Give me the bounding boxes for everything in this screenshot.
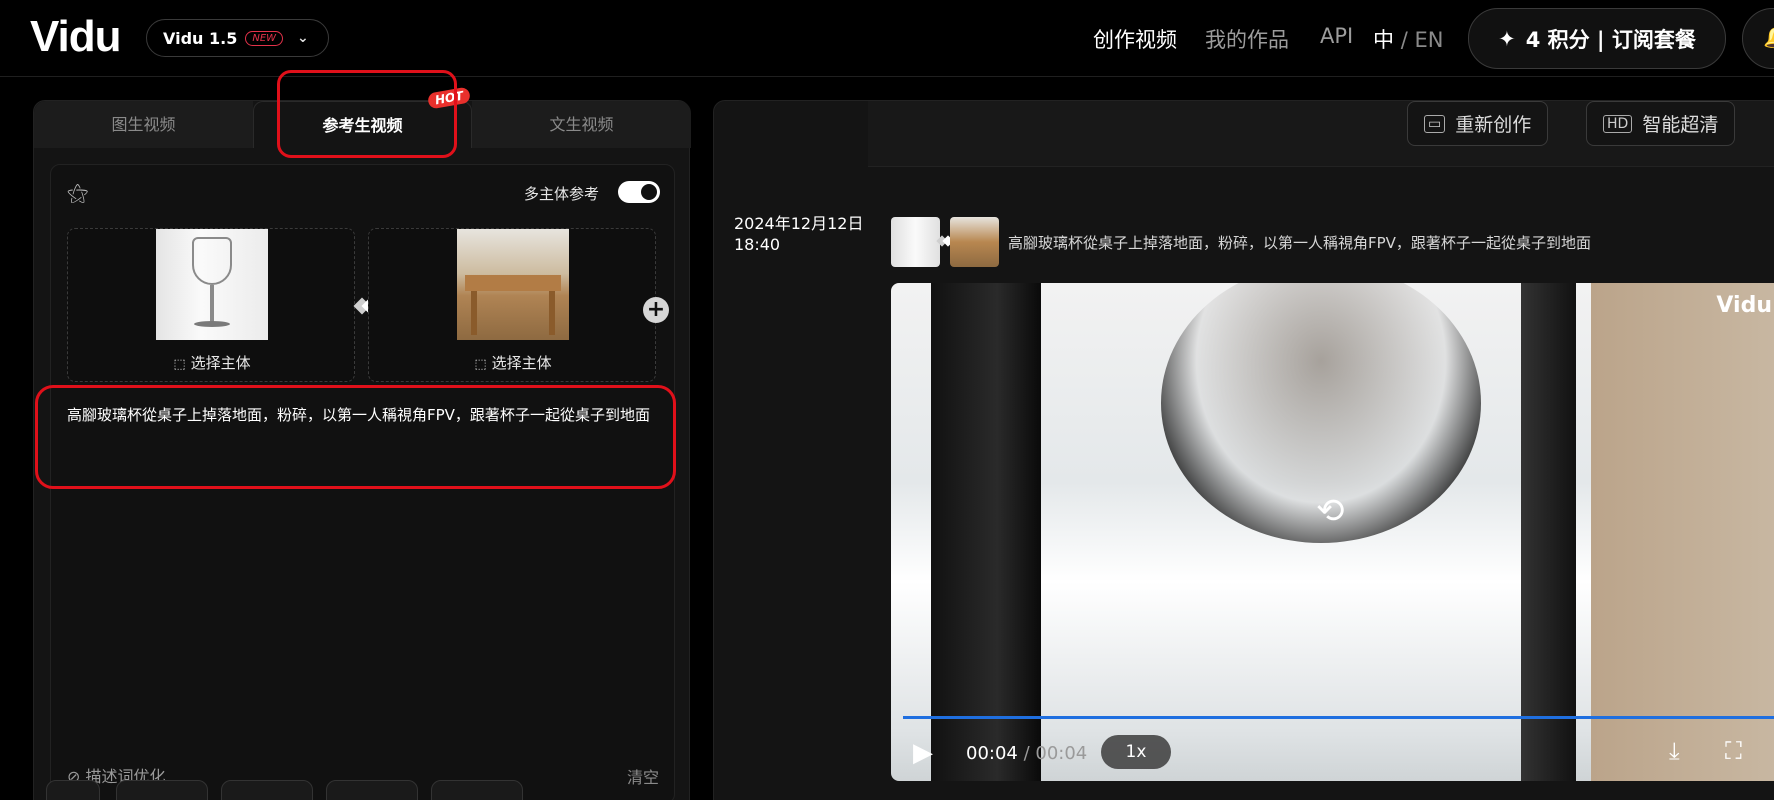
option-chip-2[interactable] bbox=[116, 780, 208, 800]
new-badge: NEW bbox=[245, 30, 284, 46]
results-panel: ▭ 重新创作 HD 智能超清 2024年12月12日 18:40 高腳玻璃杯從桌… bbox=[713, 100, 1774, 800]
result-reference-thumb-1 bbox=[891, 217, 940, 267]
highlight-box-tab bbox=[277, 70, 457, 158]
select-subject-button-1[interactable]: ⬚ 选择主体 bbox=[68, 352, 356, 373]
magic-wand-icon[interactable]: ⚝ bbox=[67, 181, 88, 206]
version-selector[interactable]: Vidu 1.5 NEW ⌄ bbox=[146, 19, 329, 57]
option-chip-3[interactable] bbox=[221, 780, 313, 800]
nav-my-works[interactable]: 我的作品 bbox=[1205, 24, 1289, 54]
lang-en[interactable]: EN bbox=[1414, 28, 1443, 52]
multi-subject-label: 多主体参考 bbox=[524, 185, 600, 203]
option-chip-5[interactable] bbox=[431, 780, 523, 800]
timestamp: 2024年12月12日 18:40 bbox=[734, 214, 864, 254]
option-chip-1[interactable] bbox=[46, 780, 100, 800]
add-subject-button[interactable]: + bbox=[643, 297, 669, 323]
nav-api[interactable]: API bbox=[1320, 24, 1353, 48]
chevron-down-icon: ⌄ bbox=[297, 30, 309, 46]
wine-glass-image bbox=[156, 229, 268, 340]
highlight-box-prompt bbox=[35, 385, 676, 489]
logo[interactable]: Vidu bbox=[30, 12, 122, 62]
wooden-table-image bbox=[457, 229, 569, 340]
lang-zh[interactable]: 中 bbox=[1373, 28, 1394, 52]
sparkle-icon: ✦ bbox=[1498, 26, 1516, 51]
lang-separator: / bbox=[1400, 28, 1408, 52]
select-icon: ⬚ bbox=[474, 357, 487, 372]
option-chip-4[interactable] bbox=[326, 780, 418, 800]
result-reference-thumb-2 bbox=[950, 217, 999, 267]
select-subject-button-2[interactable]: ⬚ 选择主体 bbox=[369, 352, 657, 373]
play-icon[interactable]: ▶ bbox=[913, 738, 933, 768]
bell-icon: 🔔 bbox=[1763, 25, 1774, 50]
credits-label: 4 积分 | 订阅套餐 bbox=[1525, 27, 1696, 52]
top-bar: Vidu Vidu 1.5 NEW ⌄ 创作视频 我的作品 API 中 / EN… bbox=[0, 0, 1774, 77]
recreate-button[interactable]: ▭ 重新创作 bbox=[1407, 101, 1549, 146]
replay-icon[interactable]: ⟲ bbox=[1316, 491, 1345, 531]
nav-create-video[interactable]: 创作视频 bbox=[1093, 24, 1177, 54]
fullscreen-icon[interactable]: ⛶ bbox=[1725, 737, 1742, 765]
video-camera-icon: ▭ bbox=[1424, 114, 1446, 133]
notification-button[interactable]: 🔔 bbox=[1742, 8, 1774, 69]
previous-result-strip: ▭ 重新创作 HD 智能超清 bbox=[868, 101, 1774, 167]
credits-subscribe-button[interactable]: ✦ 4 积分 | 订阅套餐 bbox=[1468, 8, 1726, 69]
result-prompt: 高腳玻璃杯從桌子上掉落地面，粉碎，以第一人稱視角FPV，跟著杯子一起從桌子到地面 bbox=[1008, 234, 1591, 252]
subject-card-1[interactable]: ⬚ 选择主体 bbox=[67, 228, 355, 382]
version-label: Vidu 1.5 bbox=[163, 28, 238, 48]
tab-image-to-video[interactable]: 图生视频 bbox=[34, 101, 253, 148]
language-switch[interactable]: 中 / EN bbox=[1373, 24, 1443, 54]
select-icon: ⬚ bbox=[173, 357, 186, 372]
video-watermark: Vidu bbox=[1716, 293, 1772, 318]
tab-text-to-video[interactable]: 文生视频 bbox=[472, 101, 691, 148]
clear-button[interactable]: 清空 bbox=[627, 764, 659, 788]
hd-icon: HD bbox=[1603, 114, 1633, 133]
progress-bar[interactable] bbox=[903, 716, 1774, 719]
video-player[interactable]: Vidu ⟲ ▶ 00:04 / 00:04 1x ⤓ ⛶ bbox=[891, 283, 1774, 781]
time-display: 00:04 / 00:04 bbox=[966, 743, 1088, 764]
subject-card-2[interactable]: ⬚ 选择主体 bbox=[368, 228, 656, 382]
upscale-button[interactable]: HD 智能超清 bbox=[1586, 101, 1736, 146]
playback-speed-button[interactable]: 1x bbox=[1101, 735, 1171, 769]
multi-subject-toggle[interactable] bbox=[618, 181, 660, 203]
download-icon[interactable]: ⤓ bbox=[1669, 737, 1680, 765]
